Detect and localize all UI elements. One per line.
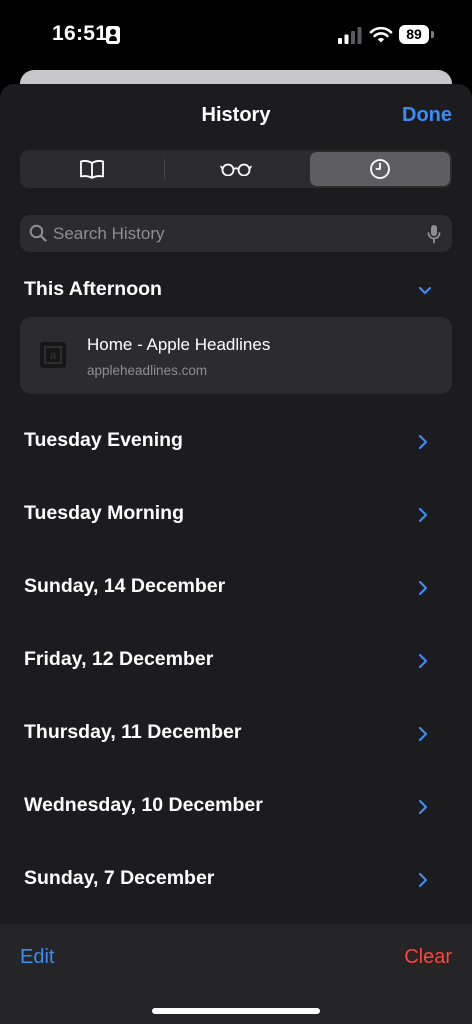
- book-icon: [80, 160, 104, 179]
- history-item-title: Home - Apple Headlines: [87, 335, 271, 354]
- section-friday-12-december[interactable]: Friday, 12 December: [0, 640, 472, 680]
- section-wednesday-10-december[interactable]: Wednesday, 10 December: [0, 786, 472, 826]
- clock-icon: [370, 159, 390, 179]
- clear-button[interactable]: Clear: [404, 946, 452, 969]
- chevron-right-icon: [418, 653, 428, 669]
- chevron-right-icon: [418, 507, 428, 523]
- section-this-afternoon[interactable]: This Afternoon: [0, 270, 472, 310]
- chevron-right-icon: [418, 726, 428, 742]
- wifi-icon: [369, 26, 393, 43]
- chevron-right-icon: [418, 799, 428, 815]
- section-tuesday-evening[interactable]: Tuesday Evening: [0, 421, 472, 461]
- segmented-control: [20, 150, 452, 188]
- focus-id-icon: [106, 26, 120, 44]
- glasses-icon: [220, 163, 252, 176]
- microphone-icon[interactable]: [427, 224, 441, 244]
- tab-history[interactable]: [310, 152, 450, 186]
- cellular-signal-icon: [338, 27, 362, 44]
- search-icon: [29, 224, 47, 242]
- section-label: Sunday, 7 December: [24, 867, 215, 889]
- chevron-right-icon: [418, 434, 428, 450]
- section-label: Tuesday Morning: [24, 502, 184, 524]
- chevron-right-icon: [418, 580, 428, 596]
- site-favicon-icon: a: [40, 342, 66, 368]
- history-sheet: History Done Search History This Afterno…: [0, 84, 472, 1024]
- home-indicator[interactable]: [152, 1008, 320, 1014]
- battery-tip: [431, 31, 434, 38]
- section-thursday-11-december[interactable]: Thursday, 11 December: [0, 713, 472, 753]
- segment-divider: [164, 159, 165, 179]
- search-input[interactable]: [52, 215, 413, 252]
- status-time: 16:51: [52, 22, 108, 45]
- bottom-toolbar: Edit Clear: [0, 924, 472, 1024]
- history-item-url: appleheadlines.com: [87, 363, 208, 378]
- history-item[interactable]: a Home - Apple Headlines appleheadlines.…: [20, 317, 452, 394]
- section-label: Sunday, 14 December: [24, 575, 226, 597]
- section-sunday-7-december[interactable]: Sunday, 7 December: [0, 859, 472, 899]
- tab-bookmarks[interactable]: [22, 152, 162, 186]
- favicon-letter: a: [44, 346, 62, 364]
- screen: 16:51 89 History Done Search History Thi…: [0, 0, 472, 1024]
- section-sunday-14-december[interactable]: Sunday, 14 December: [0, 567, 472, 607]
- edit-button[interactable]: Edit: [20, 946, 54, 969]
- section-label: Thursday, 11 December: [24, 721, 242, 743]
- chevron-down-icon: [418, 286, 432, 295]
- battery-indicator: 89: [399, 25, 429, 44]
- section-label: This Afternoon: [24, 278, 162, 300]
- search-bar: [20, 215, 452, 252]
- section-label: Wednesday, 10 December: [24, 794, 263, 816]
- done-button[interactable]: Done: [402, 104, 452, 127]
- section-label: Friday, 12 December: [24, 648, 214, 670]
- tab-reading-list[interactable]: [166, 152, 306, 186]
- section-tuesday-morning[interactable]: Tuesday Morning: [0, 494, 472, 534]
- status-bar: 16:51 89: [0, 0, 472, 70]
- chevron-right-icon: [418, 872, 428, 888]
- section-label: Tuesday Evening: [24, 429, 183, 451]
